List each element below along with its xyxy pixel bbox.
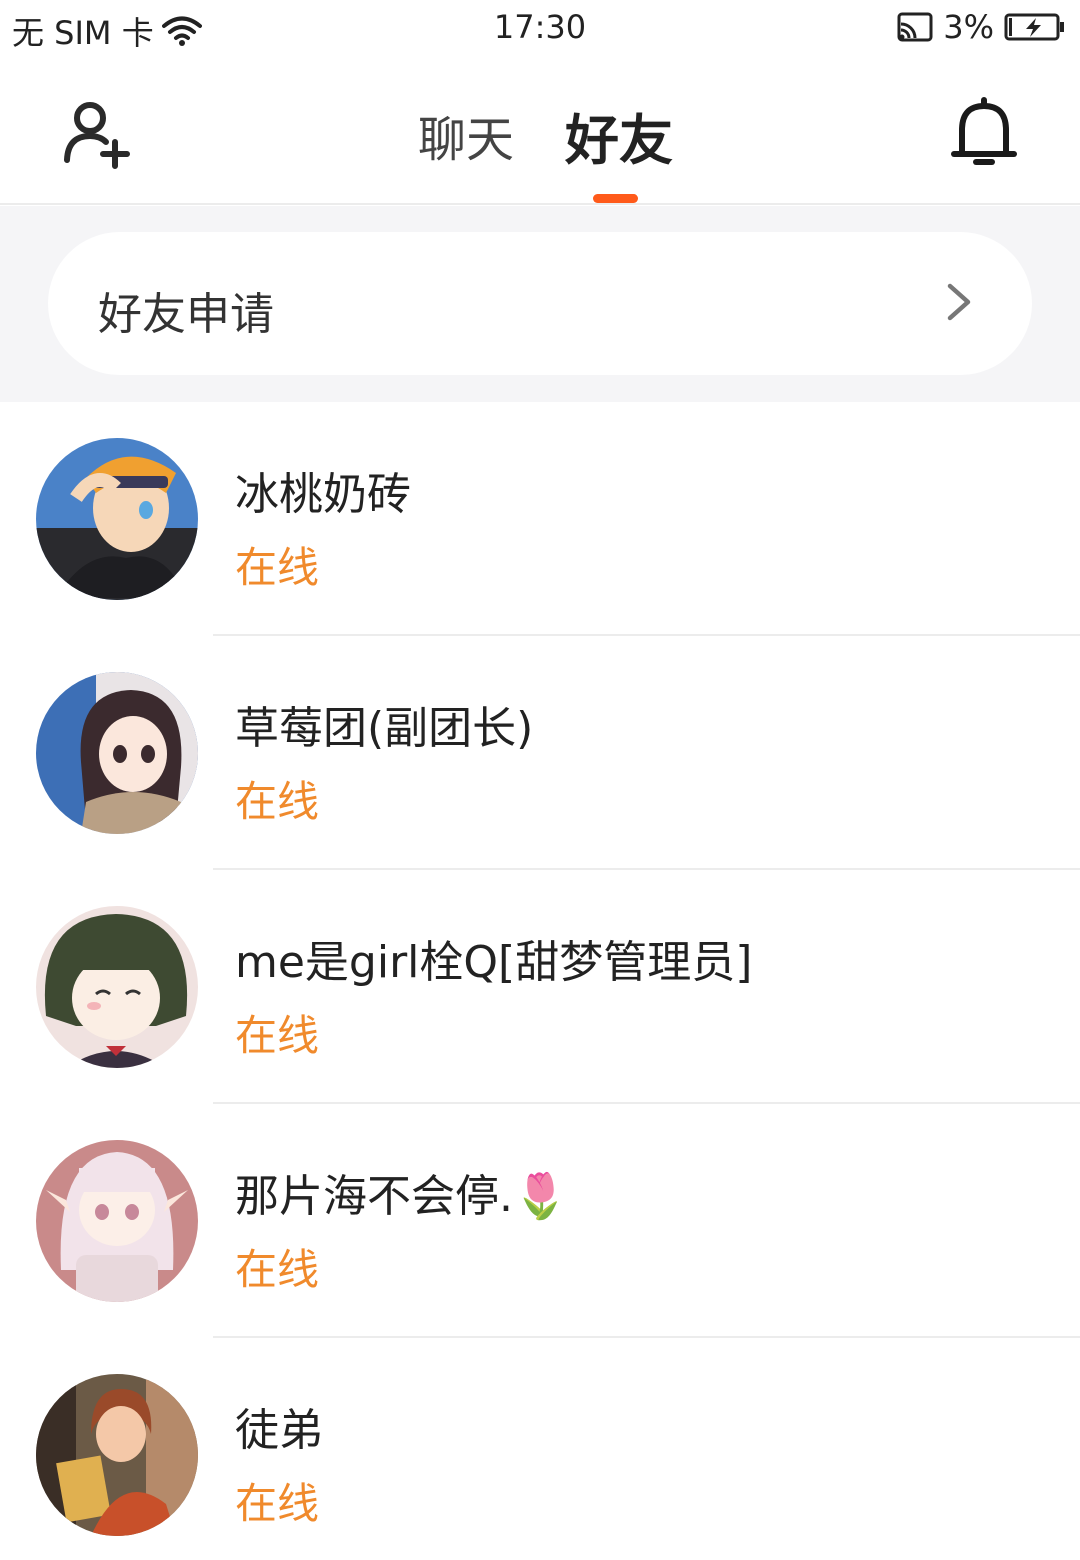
status-bar: 无 SIM 卡 17:30 3% (0, 0, 1080, 60)
avatar[interactable] (36, 672, 198, 834)
avatar[interactable] (36, 906, 198, 1068)
tab-friends[interactable]: 好友 (565, 96, 673, 175)
avatar[interactable] (36, 438, 198, 600)
friend-name: 徒弟 (235, 1405, 323, 1456)
active-tab-indicator (593, 194, 638, 203)
friend-name: 那片海不会停.🌷 (235, 1171, 568, 1222)
friend-item[interactable]: 徒弟 在线 (0, 1338, 1080, 1560)
friend-name: me是girl栓Q[甜梦管理员] (235, 937, 753, 988)
tab-chat[interactable]: 聊天 (418, 100, 514, 170)
friend-request-label: 好友申请 (98, 289, 274, 340)
top-bar: 聊天 好友 (0, 60, 1080, 205)
cast-icon (897, 12, 933, 42)
friend-item[interactable]: 冰桃奶砖 在线 (0, 402, 1080, 636)
avatar[interactable] (36, 1374, 198, 1536)
friend-request-section: 好友申请 (0, 206, 1080, 402)
friend-item[interactable]: 那片海不会停.🌷 在线 (0, 1104, 1080, 1338)
friend-status: 在线 (235, 543, 320, 592)
friend-name: 草莓团(副团长) (235, 703, 534, 754)
avatar[interactable] (36, 1140, 198, 1302)
friend-status: 在线 (235, 1011, 320, 1060)
add-user-icon (64, 102, 130, 169)
status-right: 3% (897, 8, 1066, 46)
battery-percent: 3% (943, 8, 994, 46)
bell-icon (951, 97, 1017, 165)
notification-button[interactable] (948, 94, 1020, 174)
friend-status: 在线 (235, 1245, 320, 1294)
friend-status: 在线 (235, 1479, 320, 1528)
battery-charging-icon (1004, 13, 1064, 41)
friend-item[interactable]: me是girl栓Q[甜梦管理员] 在线 (0, 870, 1080, 1104)
chevron-right-icon (947, 283, 971, 321)
friend-item[interactable]: 草莓团(副团长) 在线 (0, 636, 1080, 870)
friend-list: 冰桃奶砖 在线 草莓团(副团长) 在线 me是girl栓Q[甜梦管理员] 在线 … (0, 402, 1080, 1560)
friend-name: 冰桃奶砖 (235, 469, 411, 520)
friend-request-button[interactable]: 好友申请 (48, 232, 1032, 375)
add-user-button[interactable] (60, 98, 132, 170)
friend-status: 在线 (235, 777, 320, 826)
